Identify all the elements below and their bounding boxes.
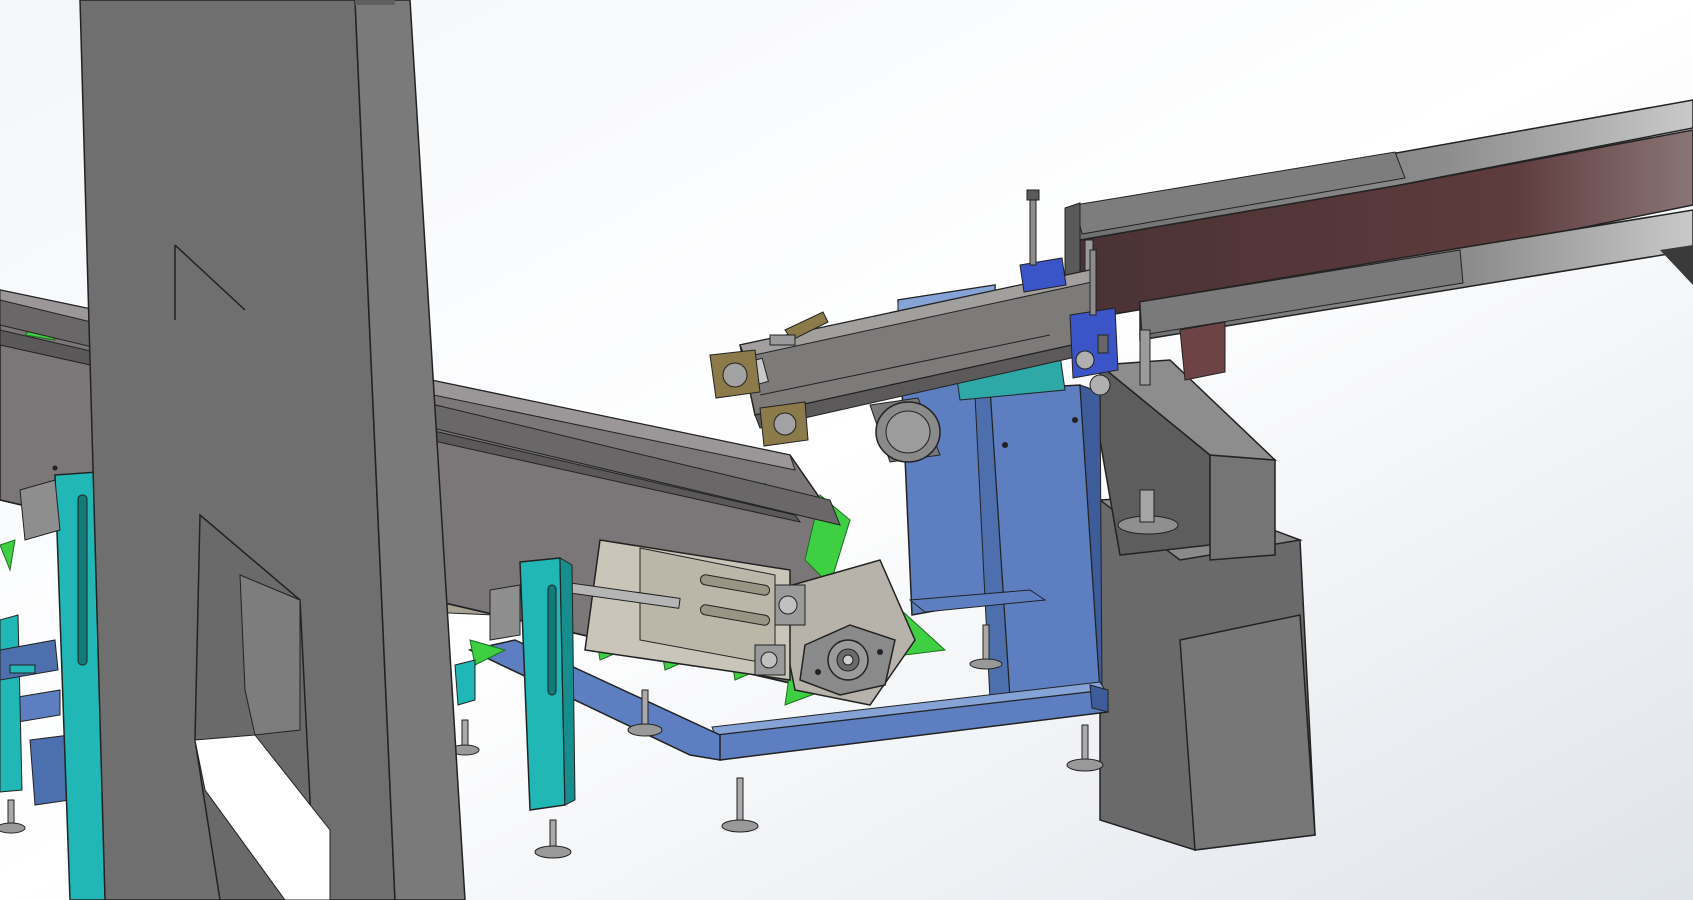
assembly-render bbox=[0, 0, 1693, 900]
support-tower[interactable] bbox=[79, 0, 466, 900]
cad-viewport[interactable] bbox=[0, 0, 1693, 900]
